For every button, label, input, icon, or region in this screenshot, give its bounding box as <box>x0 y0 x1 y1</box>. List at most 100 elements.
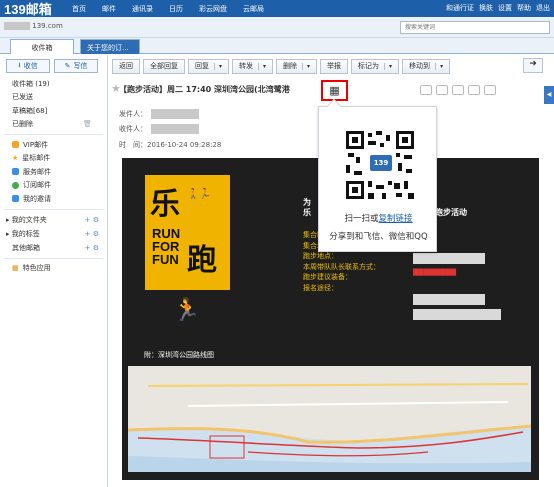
nav-home[interactable]: 首页 <box>72 4 86 14</box>
nav-calendar[interactable]: 日历 <box>169 4 183 14</box>
sidebar-group-other[interactable]: 其他邮箱 + ⚙ <box>0 241 107 255</box>
share-instruction: 扫一扫或复制链接 <box>344 214 413 224</box>
account-address: 139.com <box>4 22 63 30</box>
sidebar-item-starred[interactable]: ★ 星标邮件 <box>0 152 107 166</box>
logout-link[interactable]: 退出 <box>536 3 550 13</box>
event-info-values: ▇▇▇▇▇▇▇▇ <box>413 253 501 324</box>
evolution-icon: 🚶🏃 <box>187 189 211 200</box>
print-icon[interactable] <box>468 85 480 95</box>
popup-caret <box>326 98 342 114</box>
apps-icon: ▦ <box>12 264 19 273</box>
sidebar-item-vip[interactable]: VIP邮件 <box>0 138 107 152</box>
app-logo[interactable]: 139邮箱 <box>0 0 64 18</box>
mark-as-button[interactable]: 标记为 ▾ <box>351 58 400 74</box>
redacted-account <box>4 22 30 30</box>
sidebar-item-subscription[interactable]: 订阅邮件 <box>0 179 107 193</box>
divider <box>4 134 103 135</box>
redacted-value <box>413 253 485 264</box>
chevron-down-icon[interactable]: ▾ <box>302 62 310 70</box>
route-map <box>128 366 531 472</box>
compose-button[interactable]: ✎ 写信 <box>54 59 98 73</box>
vip-icon <box>12 141 19 149</box>
nav-cloud-post[interactable]: 云邮局 <box>243 4 264 14</box>
reply-icon[interactable] <box>420 85 432 95</box>
sidebar-item-inbox[interactable]: 收件箱 (19) <box>0 77 107 91</box>
chevron-down-icon: ▾ <box>435 62 443 70</box>
sidebar-item-service[interactable]: 服务邮件 <box>0 165 107 179</box>
nav-cloud-drive[interactable]: 彩云网盘 <box>199 4 227 14</box>
route-label: 附：深圳湾公园路线图 <box>144 351 214 359</box>
qr-code-icon: ▦ <box>329 84 340 97</box>
share-qr-popup: 139 扫一扫或复制链接 分享到和飞信、微信和QQ <box>318 98 437 252</box>
add-settings-icon[interactable]: + ⚙ <box>85 216 99 224</box>
account-bar: 139.com <box>0 17 554 38</box>
subscription-icon <box>12 181 19 189</box>
more-icon[interactable] <box>484 85 496 95</box>
divider <box>4 257 103 259</box>
top-bar: 139邮箱 首页 邮件 通讯录 日历 彩云网盘 云邮局 和通行证 换肤 设置 帮… <box>0 0 554 17</box>
copy-link[interactable]: 复制链接 <box>379 214 413 224</box>
sidebar-group-labels[interactable]: ▸ 我的标签 + ⚙ <box>0 227 107 241</box>
delete-icon[interactable] <box>452 85 464 95</box>
tab-current-mail[interactable]: 关于您的订... × <box>80 39 140 61</box>
add-settings-icon[interactable]: + ⚙ <box>85 230 99 238</box>
reply-all-button[interactable]: 全部回复 <box>143 58 185 74</box>
route-map-graphic <box>128 366 531 472</box>
forward-icon[interactable] <box>436 85 448 95</box>
invitation-icon <box>12 195 19 203</box>
star-icon: ★ <box>12 154 19 163</box>
receive-button[interactable]: ⭳ 收信 <box>6 59 50 73</box>
redacted-value <box>413 294 485 305</box>
event-location-value: ▇▇▇▇▇▇▇▇ <box>413 268 457 276</box>
qr-brand-logo: 139 <box>370 155 392 171</box>
redacted-sender <box>151 109 199 119</box>
lepao-logo: 乐 🚶🏃 RUN FOR FUN 跑 <box>145 175 230 290</box>
redacted-recipient <box>151 124 199 134</box>
help-link[interactable]: 帮助 <box>517 3 531 13</box>
skin-link[interactable]: 换肤 <box>479 3 493 13</box>
trash-icon[interactable]: 🗑 <box>83 120 92 128</box>
top-right-links: 和通行证 换肤 设置 帮助 退出 <box>446 3 550 13</box>
share-targets: 分享到和飞信、微信和QQ <box>329 232 428 242</box>
mail-toolbar: 返回 全部回复 回复 ▾ 转发 ▾ 删除 ▾ 举报 标记为 ▾ 移动到 ▾ <box>112 58 537 74</box>
search-input[interactable] <box>400 21 550 34</box>
chevron-down-icon: ▾ <box>384 62 392 70</box>
back-button[interactable]: 返回 <box>112 58 140 74</box>
reply-button[interactable]: 回复 ▾ <box>188 58 230 74</box>
nav-contacts[interactable]: 通讯录 <box>132 4 153 14</box>
redacted-value <box>413 309 501 320</box>
tab-inbox[interactable]: 收件箱 <box>10 39 74 54</box>
report-button[interactable]: 举报 <box>320 58 349 74</box>
move-to-button[interactable]: 移动到 ▾ <box>402 58 451 74</box>
qr-code-image: 139 <box>346 131 414 199</box>
sidebar-item-deleted[interactable]: 已删除 🗑 <box>0 118 107 132</box>
sidebar-item-drafts[interactable]: 草稿箱[68] <box>0 104 107 118</box>
divider <box>4 208 103 210</box>
sidebar-group-folders[interactable]: ▸ 我的文件夹 + ⚙ <box>0 213 107 227</box>
qr-code-button[interactable]: ▦ <box>321 80 348 101</box>
collapse-panel-icon[interactable]: ◀ <box>544 86 554 104</box>
time-row: 时 间：2016-10-24 09:28:28 <box>119 141 222 149</box>
pencil-icon: ✎ <box>64 62 71 70</box>
sidebar: ⭳ 收信 ✎ 写信 收件箱 (19) 已发送 草稿箱[68] 已删除 🗑 VIP邮件 … <box>0 55 108 487</box>
sidebar-item-invitations[interactable]: 我的邀请 <box>0 192 107 206</box>
runner-icon: 🏃 <box>173 298 201 323</box>
delete-button[interactable]: 删除 ▾ <box>276 58 318 74</box>
service-icon <box>12 168 19 176</box>
download-icon: ⭳ <box>18 60 21 69</box>
mail-subject: 【跑步活动】周二 17:40 深圳湾公园(北湾鹭港 <box>119 85 290 94</box>
sidebar-item-apps[interactable]: ▦ 特色应用 <box>0 262 107 276</box>
chevron-down-icon[interactable]: ▾ <box>258 62 266 70</box>
from-row: 发件人： <box>119 109 199 119</box>
chevron-down-icon[interactable]: ▾ <box>214 62 222 70</box>
sidebar-item-sent[interactable]: 已发送 <box>0 91 107 105</box>
mail-action-icons <box>420 85 496 95</box>
settings-link[interactable]: 设置 <box>498 3 512 13</box>
forward-button[interactable]: 转发 ▾ <box>232 58 274 74</box>
nav-mail[interactable]: 邮件 <box>102 4 116 14</box>
add-settings-icon[interactable]: + ⚙ <box>85 244 99 252</box>
next-arrow-icon[interactable]: ➜ <box>523 58 543 73</box>
passport-link[interactable]: 和通行证 <box>446 3 474 13</box>
tab-strip: 收件箱 关于您的订... × <box>0 38 554 61</box>
top-nav: 首页 邮件 通讯录 日历 彩云网盘 云邮局 <box>64 4 272 14</box>
